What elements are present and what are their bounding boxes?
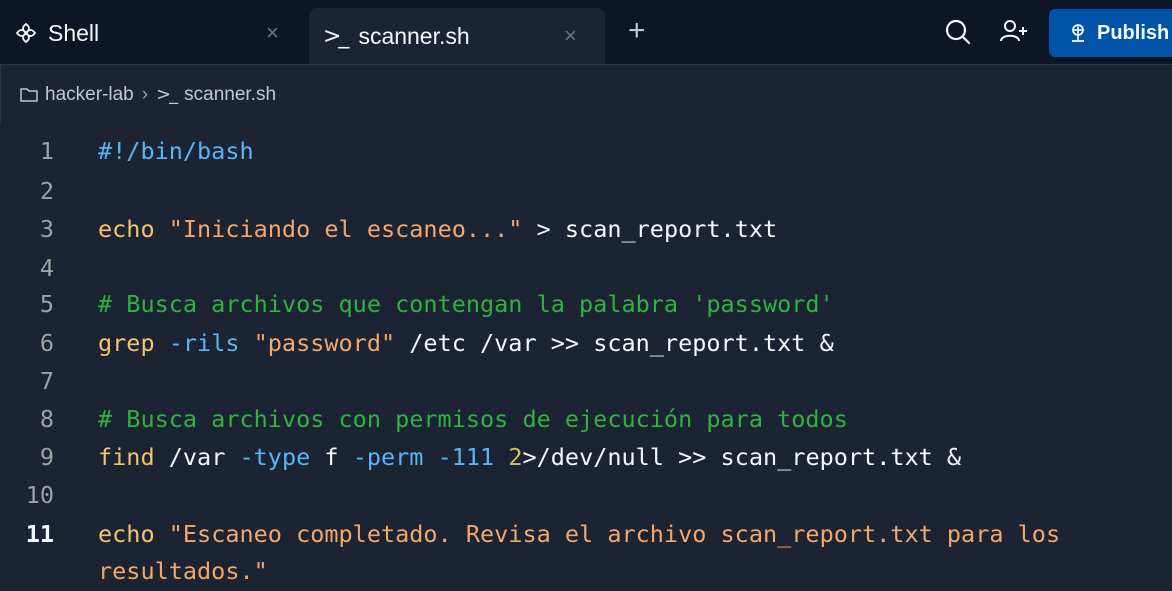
code-token: echo [98,215,169,243]
code-token: -type [239,443,325,471]
close-tab-icon[interactable]: × [266,20,279,46]
code-token: "Iniciando el escaneo..." [168,215,523,243]
line-number: 4 [39,254,54,282]
tab-bar: Shell × >_ scanner.sh × + Publish [0,0,1172,64]
line-number: 5 [39,290,54,318]
breadcrumb-folder[interactable]: hacker-lab [45,84,134,106]
tab-shell[interactable]: Shell × [14,8,299,58]
code-line[interactable]: 1 #!/bin/bash [0,131,1172,171]
line-number: 6 [39,329,54,357]
code-token: /etc /var >> scan_report.txt & [395,329,834,357]
line-code: echo "Iniciando el escaneo..." > scan_re… [98,209,777,249]
terminal-prompt-icon: >_ [323,23,349,49]
add-user-icon[interactable] [995,14,1031,50]
line-code: # Busca archivos que contengan la palabr… [98,284,834,324]
code-token: # Busca archivos con permisos de ejecuci… [98,405,848,433]
line-code: echo "Escaneo completado. Revisa el arch… [98,514,1060,554]
code-token: /var [168,443,240,471]
line-number: 9 [39,443,54,471]
line-number: 2 [39,177,54,205]
tab-label: Shell [48,19,100,46]
code-line[interactable]: 9 find /var -type f -perm -111 2>/dev/nul… [0,437,1172,477]
code-editor[interactable]: 1 #!/bin/bash 2 3 echo "Iniciando el escaneo… [0,124,1172,585]
code-token: -111 [437,443,509,471]
code-line[interactable]: 11 echo "Escaneo completado. Revisa el ar… [0,514,1172,554]
folder-icon [20,87,38,102]
line-code: # Busca archivos con permisos de ejecuci… [98,399,848,439]
line-number: 1 [39,137,54,165]
code-token: resultados." [98,557,268,585]
line-number: 11 [25,520,54,548]
code-line[interactable]: resultados." [0,551,1172,591]
code-line[interactable]: 5 # Busca archivos que contengan la palab… [0,284,1172,324]
tab-scanner-sh[interactable]: >_ scanner.sh × [309,8,605,64]
line-number: 7 [39,367,54,395]
code-token: >/dev/null >> scan_report.txt & [522,443,962,471]
breadcrumb-file[interactable]: scanner.sh [184,84,276,106]
code-token: # Busca archivos que contengan la palabr… [98,290,834,318]
breadcrumb: hacker-lab › >_ scanner.sh [0,64,1172,124]
publish-label: Publish [1097,21,1170,44]
new-tab-button[interactable]: + [628,14,646,48]
code-token: -perm [352,443,438,471]
code-line[interactable]: 8 # Busca archivos con permisos de ejecuc… [0,399,1172,439]
code-token: echo [98,520,169,548]
code-token: #!/bin/bash [98,137,254,165]
code-line[interactable]: 6 grep -rils "password" /etc /var >> scan… [0,323,1172,363]
publish-button[interactable]: Publish [1049,9,1172,57]
code-line[interactable]: 2 [0,171,1172,211]
code-token: 2 [508,443,523,471]
code-token: "password" [253,329,396,357]
code-token: f [324,443,353,471]
line-code: grep -rils "password" /etc /var >> scan_… [98,323,834,363]
code-token: find [98,443,169,471]
line-code: find /var -type f -perm -111 2>/dev/null… [98,437,961,477]
publish-icon [1072,24,1084,42]
tab-label: scanner.sh [358,22,470,49]
line-code: resultados." [98,551,268,591]
code-token: -rils [168,329,254,357]
code-token: grep [98,329,169,357]
line-code: #!/bin/bash [98,131,254,171]
line-number: 10 [25,481,54,509]
code-token: "Escaneo completado. Revisa el archivo s… [168,520,1061,548]
close-tab-icon[interactable]: × [564,23,577,49]
code-line[interactable]: 3 echo "Iniciando el escaneo..." > scan_r… [0,209,1172,249]
code-line[interactable]: 7 [0,361,1172,401]
line-number: 8 [39,405,54,433]
code-line[interactable]: 10 [0,475,1172,515]
line-number: 3 [39,215,54,243]
shell-logo-icon [15,22,37,44]
breadcrumb-separator: › [141,83,149,105]
code-line[interactable]: 4 [0,248,1172,288]
terminal-prompt-icon: >_ [156,84,178,105]
search-icon[interactable] [940,14,976,50]
code-token: > scan_report.txt [522,215,778,243]
